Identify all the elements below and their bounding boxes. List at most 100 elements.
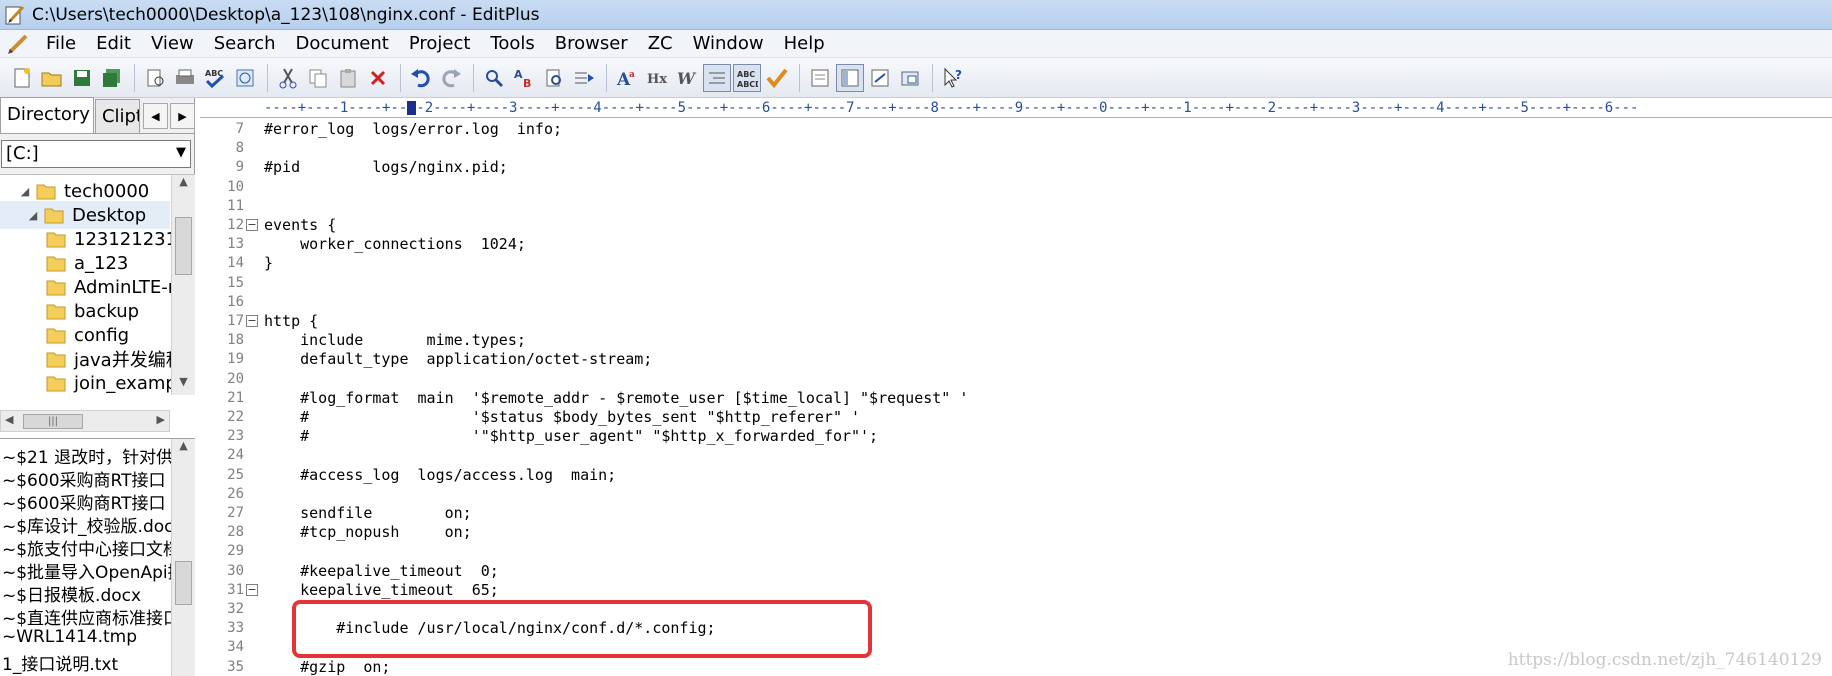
- folder-icon: [46, 256, 66, 272]
- tree-item-label: config: [74, 324, 130, 346]
- editplus-app-icon: [5, 5, 25, 24]
- code-line[interactable]: #tcp_nopush on;: [264, 523, 472, 542]
- tree-scrollbar[interactable]: ▲ ▼: [171, 175, 195, 395]
- code-line[interactable]: # '$status $body_bytes_sent "$http_refer…: [264, 408, 860, 427]
- new-file-icon[interactable]: [8, 64, 36, 92]
- code-line[interactable]: default_type application/octet-stream;: [264, 350, 652, 369]
- print-icon[interactable]: [171, 64, 199, 92]
- word-wrap-icon[interactable]: W: [673, 64, 701, 92]
- code-line[interactable]: #log_format main '$remote_addr - $remote…: [264, 389, 968, 408]
- line-number: 27: [227, 505, 244, 521]
- code-line[interactable]: #access_log logs/access.log main;: [264, 466, 616, 485]
- scroll-thumb[interactable]: |||: [23, 414, 83, 429]
- menu-window[interactable]: Window: [683, 31, 774, 56]
- list-item[interactable]: ~$旅支付中心接口文档: [2, 535, 180, 560]
- expand-arrow-icon[interactable]: ◢: [26, 209, 40, 222]
- tab-cliptext[interactable]: Clipt: [94, 99, 140, 133]
- cut-icon[interactable]: [274, 64, 302, 92]
- list-item[interactable]: ~$库设计_校验版.doc: [2, 512, 174, 537]
- code-line[interactable]: #error_log logs/error.log info;: [264, 120, 562, 139]
- redo-icon[interactable]: [437, 64, 465, 92]
- browser-preview-icon[interactable]: [231, 64, 259, 92]
- line-number: 34: [227, 639, 244, 656]
- fold-toggle-icon[interactable]: −: [246, 219, 258, 231]
- line-number: 22: [227, 409, 244, 425]
- undo-icon[interactable]: [407, 64, 435, 92]
- line-number-icon[interactable]: [703, 63, 731, 92]
- context-help-icon[interactable]: ?: [939, 64, 967, 92]
- delete-icon[interactable]: [364, 64, 392, 92]
- save-all-icon[interactable]: [98, 64, 126, 92]
- hex-view-icon[interactable]: Hx: [643, 64, 671, 92]
- code-text[interactable]: #error_log logs/error.log info; #pid logs…: [264, 120, 1832, 676]
- menu-file[interactable]: File: [36, 31, 86, 56]
- list-item[interactable]: ~$600采购商RT接口 v: [2, 466, 181, 491]
- scroll-right-icon[interactable]: ▶: [157, 413, 165, 426]
- tree-horizontal-scrollbar[interactable]: ◀ ||| ▶: [0, 410, 170, 432]
- menu-search[interactable]: Search: [204, 31, 286, 56]
- file-list-scrollbar[interactable]: ▲: [171, 439, 195, 676]
- drive-select[interactable]: [C:] ▼: [1, 140, 191, 168]
- list-item[interactable]: ~$直连供应商标准接口: [2, 604, 180, 629]
- scroll-left-icon[interactable]: ◀: [5, 413, 13, 426]
- menu-project[interactable]: Project: [399, 31, 481, 56]
- svg-text:a: a: [629, 70, 635, 80]
- checkmark-icon[interactable]: [763, 64, 791, 92]
- scroll-up-icon[interactable]: ▲: [172, 439, 195, 459]
- code-line[interactable]: events {: [264, 216, 336, 235]
- tab-directory[interactable]: Directory: [0, 97, 94, 133]
- pencil-icon[interactable]: [6, 32, 30, 56]
- replace-icon[interactable]: AB: [510, 64, 538, 92]
- fold-toggle-icon[interactable]: −: [246, 583, 258, 596]
- code-line[interactable]: keepalive_timeout 65;: [264, 581, 499, 600]
- code-line[interactable]: #keepalive_timeout 0;: [264, 562, 499, 581]
- copy-icon[interactable]: [304, 64, 332, 92]
- menu-tools[interactable]: Tools: [480, 31, 544, 56]
- open-folder-icon[interactable]: [38, 64, 66, 92]
- spellcheck-icon[interactable]: ABC: [201, 64, 229, 92]
- tab-scroll-left-icon[interactable]: ◀: [142, 103, 168, 129]
- list-item[interactable]: 1_接口说明.txt: [2, 650, 118, 675]
- code-editor[interactable]: ----+----1----+-- -2----+----3----+----4-…: [200, 98, 1832, 676]
- directory-window-icon[interactable]: [836, 63, 864, 92]
- list-item[interactable]: ~$600采购商RT接口 v: [2, 489, 181, 514]
- scroll-up-icon[interactable]: ▲: [172, 175, 195, 195]
- find-icon[interactable]: [480, 64, 508, 92]
- fold-toggle-icon[interactable]: −: [246, 315, 258, 327]
- save-icon[interactable]: [68, 64, 96, 92]
- menu-edit[interactable]: Edit: [86, 31, 141, 56]
- menu-help[interactable]: Help: [774, 31, 835, 56]
- code-line[interactable]: #gzip on;: [264, 658, 390, 676]
- output-window-icon[interactable]: [866, 64, 894, 92]
- menu-document[interactable]: Document: [286, 31, 399, 56]
- list-item[interactable]: ~$日报模板.docx: [2, 581, 141, 606]
- code-line[interactable]: include mime.types;: [264, 331, 526, 350]
- expand-arrow-icon[interactable]: ◢: [18, 185, 32, 198]
- document-selector-icon[interactable]: [806, 64, 834, 92]
- menu-browser[interactable]: Browser: [545, 31, 638, 56]
- paste-icon[interactable]: [334, 64, 362, 92]
- code-line[interactable]: sendfile on;: [264, 504, 472, 523]
- scroll-down-icon[interactable]: ▼: [172, 375, 195, 395]
- code-line[interactable]: }: [264, 254, 273, 273]
- tree-item[interactable]: join_examp: [46, 369, 177, 397]
- code-line[interactable]: #pid logs/nginx.pid;: [264, 158, 508, 177]
- menu-view[interactable]: View: [141, 31, 204, 56]
- code-line[interactable]: worker_connections 1024;: [264, 235, 526, 254]
- print-preview-icon[interactable]: [141, 64, 169, 92]
- line-number: 7: [235, 121, 244, 137]
- font-icon[interactable]: Aa: [613, 64, 641, 92]
- scroll-thumb[interactable]: [175, 217, 192, 275]
- menu-zc[interactable]: ZC: [638, 31, 683, 56]
- code-line[interactable]: http {: [264, 312, 318, 331]
- list-item[interactable]: ~$21 退改时，针对供: [2, 443, 173, 468]
- column-marker-icon[interactable]: ABCABCD: [733, 63, 761, 92]
- tab-scroll-right-icon[interactable]: ▶: [169, 103, 196, 129]
- find-in-files-icon[interactable]: [540, 64, 568, 92]
- code-line[interactable]: # '"$http_user_agent" "$http_x_forwarded…: [264, 427, 878, 446]
- fullscreen-icon[interactable]: [896, 64, 924, 92]
- list-item[interactable]: ~$批量导入OpenApi接: [2, 558, 185, 583]
- scroll-thumb[interactable]: [175, 561, 192, 605]
- goto-line-icon[interactable]: [570, 64, 598, 92]
- list-item[interactable]: ~WRL1414.tmp: [2, 627, 137, 651]
